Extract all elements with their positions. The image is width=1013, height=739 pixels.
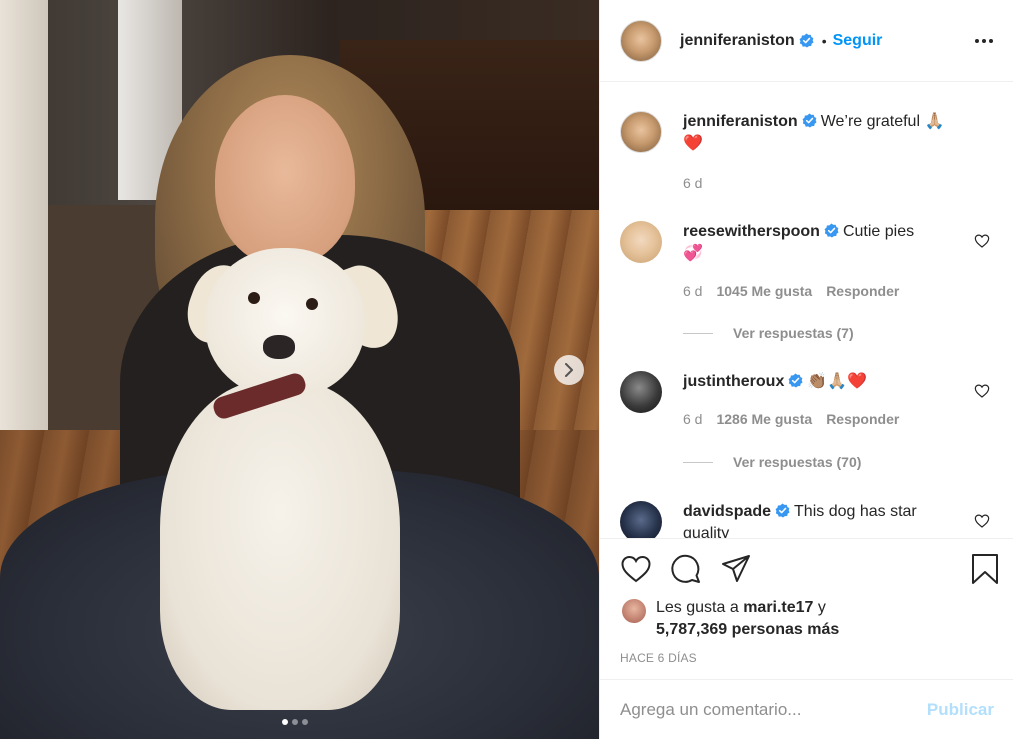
- carousel-next-button[interactable]: [554, 355, 584, 385]
- photo-dog-nose: [263, 335, 295, 359]
- comment-meta: 6 d 1286 Me gusta Responder: [683, 411, 899, 427]
- comment-body: 👏🏽🙏🏼❤️: [807, 373, 868, 390]
- post-timestamp: HACE 6 DÍAS: [620, 651, 697, 665]
- photo-person-face: [215, 95, 355, 265]
- comment-likes[interactable]: 1045 Me gusta: [716, 283, 812, 299]
- like-comment-icon[interactable]: [974, 383, 990, 399]
- likes-summary: Les gusta a mari.te17 y 5,787,369 person…: [622, 597, 922, 641]
- carousel-dots: [282, 719, 308, 725]
- comment-body-emoji: 💞: [683, 245, 703, 262]
- caption-meta: 6 d: [683, 175, 702, 191]
- add-comment-bar: Publicar: [600, 679, 1013, 739]
- comment-icon[interactable]: [670, 553, 702, 585]
- caption-time: 6 d: [683, 175, 703, 191]
- carousel-dot[interactable]: [302, 719, 308, 725]
- comment-input[interactable]: [620, 700, 927, 720]
- post-photo[interactable]: [0, 0, 599, 739]
- comment-item: justintheroux 👏🏽🙏🏼❤️ 6 d 1286 Me gusta Re…: [620, 371, 1000, 481]
- verified-icon: [799, 33, 814, 48]
- author-avatar[interactable]: [620, 19, 662, 62]
- comment-username[interactable]: reesewitherspoon: [683, 223, 820, 240]
- carousel-dot[interactable]: [292, 719, 298, 725]
- chevron-right-icon: [565, 363, 573, 377]
- bookmark-icon[interactable]: [970, 553, 1000, 585]
- liker-username[interactable]: mari.te17: [743, 599, 813, 616]
- comment-meta: 6 d 1045 Me gusta Responder: [683, 283, 899, 299]
- comments-list[interactable]: jenniferaniston We’re grateful 🙏🏼 ❤️ 6 d …: [600, 83, 1013, 538]
- share-icon[interactable]: [720, 553, 752, 585]
- comment-body: Cutie pies: [842, 223, 915, 240]
- caption: jenniferaniston We’re grateful 🙏🏼 ❤️ 6 d: [620, 111, 1000, 201]
- comment-time: 6 d: [683, 411, 703, 427]
- verified-icon: [824, 223, 839, 238]
- verified-icon: [788, 373, 803, 388]
- post-actions: Les gusta a mari.te17 y 5,787,369 person…: [600, 538, 1013, 739]
- comment-username[interactable]: justintheroux: [683, 373, 784, 390]
- liker-avatar[interactable]: [622, 599, 646, 623]
- view-replies-label: Ver respuestas (70): [733, 454, 862, 470]
- follow-button[interactable]: Seguir: [833, 32, 883, 50]
- comment-username[interactable]: davidspade: [683, 503, 771, 520]
- likes-suffix: y: [817, 599, 826, 616]
- comment-likes[interactable]: 1286 Me gusta: [716, 411, 812, 427]
- reply-button[interactable]: Responder: [826, 283, 899, 299]
- view-replies-button[interactable]: Ver respuestas (7): [683, 325, 854, 341]
- more-icon: [975, 38, 979, 43]
- comment-time: 6 d: [683, 283, 703, 299]
- verified-icon: [775, 503, 790, 518]
- carousel-dot[interactable]: [282, 719, 288, 725]
- author-username[interactable]: jenniferaniston: [680, 32, 795, 50]
- comment-body: This dog has star: [794, 503, 917, 520]
- reply-button[interactable]: Responder: [826, 411, 899, 427]
- likes-prefix: Les gusta a: [656, 599, 739, 616]
- publish-button[interactable]: Publicar: [927, 700, 994, 720]
- heart-icon[interactable]: [620, 553, 652, 585]
- view-replies-button[interactable]: Ver respuestas (70): [683, 454, 861, 470]
- photo-dog-eye-left: [248, 292, 260, 304]
- post-header: jenniferaniston • Seguir: [600, 0, 1013, 82]
- action-icons: [620, 553, 752, 585]
- view-replies-label: Ver respuestas (7): [733, 325, 854, 341]
- comment-avatar[interactable]: [620, 371, 662, 413]
- more-options-button[interactable]: [975, 38, 993, 43]
- caption-username[interactable]: jenniferaniston: [683, 113, 798, 130]
- like-comment-icon[interactable]: [974, 233, 990, 249]
- comment-avatar[interactable]: [620, 501, 662, 538]
- photo-dog-body: [160, 380, 400, 710]
- post-side-panel: jenniferaniston • Seguir jenniferaniston…: [599, 0, 1013, 739]
- caption-avatar[interactable]: [620, 111, 662, 153]
- photo-wall-left: [0, 0, 48, 440]
- caption-text: jenniferaniston We’re grateful 🙏🏼 ❤️: [683, 111, 963, 155]
- comment-text: reesewitherspoon Cutie pies 💞: [683, 221, 963, 265]
- comment-body-continued: quality: [683, 525, 730, 538]
- comment-avatar[interactable]: [620, 221, 662, 263]
- comment-item: reesewitherspoon Cutie pies 💞 6 d 1045 Me…: [620, 221, 1000, 351]
- comment-item: davidspade This dog has star quality: [620, 501, 1000, 538]
- comment-text: justintheroux 👏🏽🙏🏼❤️: [683, 371, 963, 393]
- likes-line: Les gusta a mari.te17 y: [656, 597, 922, 619]
- like-comment-icon[interactable]: [974, 513, 990, 529]
- comment-text: davidspade This dog has star quality: [683, 501, 963, 538]
- photo-dog-eye-right: [306, 298, 318, 310]
- verified-icon: [802, 113, 817, 128]
- likes-count[interactable]: 5,787,369 personas más: [656, 619, 922, 641]
- caption-body-emoji: ❤️: [683, 135, 703, 152]
- caption-body: We’re grateful 🙏🏼: [820, 113, 945, 130]
- header-separator: •: [821, 32, 827, 49]
